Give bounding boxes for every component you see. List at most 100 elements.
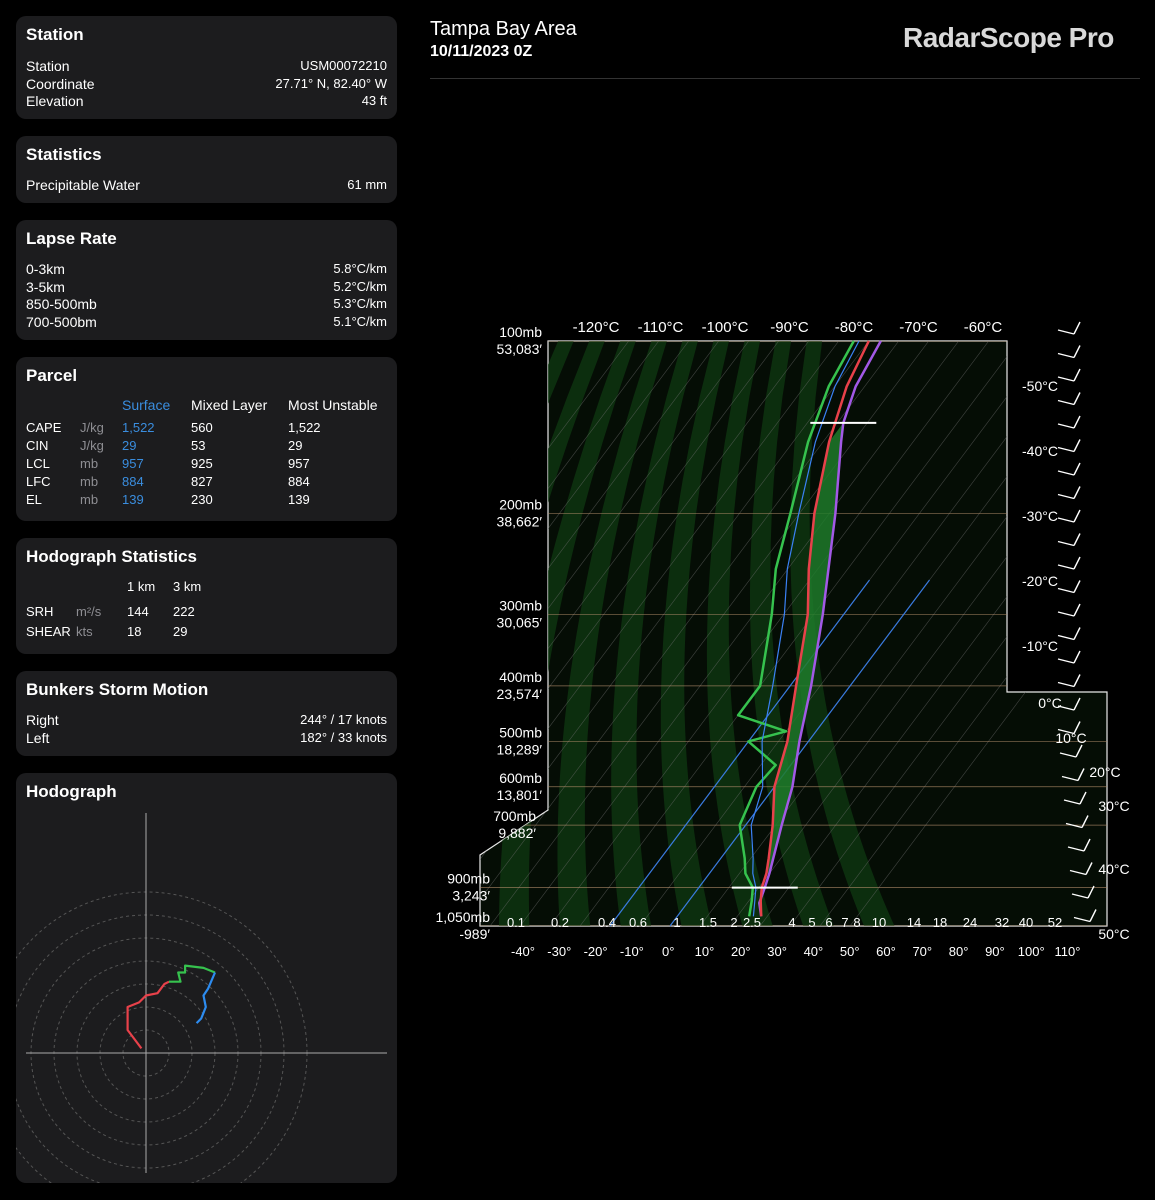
- wind-barb: [1057, 376, 1075, 382]
- height-label: 3,243′: [452, 888, 490, 904]
- wind-barb-flag: [1073, 321, 1081, 335]
- wind-barb: [1057, 423, 1075, 429]
- right-temp-label: -50°C: [1022, 378, 1058, 394]
- pressure-label: 100mb: [499, 324, 542, 340]
- wind-barb-flag: [1073, 603, 1081, 617]
- wind-barb-flag: [1073, 674, 1081, 687]
- height-label: -989′: [459, 926, 490, 942]
- wind-barb: [1057, 540, 1075, 547]
- wind-barb-flag: [1073, 580, 1081, 593]
- right-temp-label: 20°C: [1089, 764, 1120, 780]
- wind-barb-flag: [1073, 345, 1081, 358]
- fahrenheit-label: 90°: [985, 944, 1005, 959]
- right-temp-label: -40°C: [1022, 443, 1058, 459]
- fahrenheit-label: -20°: [584, 944, 608, 959]
- pressure-label: 700mb: [493, 808, 536, 824]
- wind-barb: [1057, 634, 1075, 641]
- fahrenheit-label: 40°: [804, 944, 824, 959]
- wind-barb: [1057, 611, 1075, 617]
- mixing-ratio-label: 0.6: [629, 915, 647, 930]
- fahrenheit-label: -10°: [620, 944, 644, 959]
- mixing-ratio-label: 5: [808, 915, 815, 930]
- right-temp-label: 50°C: [1098, 926, 1129, 942]
- wind-barb: [1057, 658, 1075, 664]
- height-label: 13,801′: [497, 787, 543, 803]
- pressure-label: 400mb: [499, 669, 542, 685]
- right-temp-label: -20°C: [1022, 573, 1058, 589]
- top-temp-label: -120°C: [573, 319, 620, 336]
- dry-adiabat-band: [480, 341, 512, 926]
- pressure-label: 300mb: [499, 597, 542, 613]
- wind-barb: [1057, 352, 1075, 359]
- fahrenheit-label: -40°: [511, 944, 535, 959]
- fahrenheit-label: 80°: [949, 944, 969, 959]
- fahrenheit-label: 30°: [767, 944, 787, 959]
- fahrenheit-label: 100°: [1018, 944, 1045, 959]
- fahrenheit-label: 0°: [662, 944, 674, 959]
- wind-barb: [1057, 470, 1075, 476]
- mixing-ratio-label: 6: [825, 915, 832, 930]
- wind-barb: [1057, 329, 1075, 335]
- mixing-ratio-label: 8: [853, 915, 860, 930]
- mixing-ratio-label: 7: [841, 915, 848, 930]
- wind-barb-flag: [1073, 650, 1081, 664]
- right-temp-label: 40°C: [1098, 861, 1129, 877]
- wind-barb-flag: [1073, 627, 1081, 640]
- mixing-ratio-label: 4: [788, 915, 795, 930]
- top-temp-label: -80°C: [835, 319, 874, 336]
- wind-barb-flag: [1073, 509, 1081, 523]
- fahrenheit-label: 10°: [695, 944, 715, 959]
- mixing-ratio-label: 2.5: [743, 915, 761, 930]
- top-temp-label: -100°C: [702, 319, 749, 336]
- pressure-label: 200mb: [499, 496, 542, 512]
- mixing-ratio-label: 1.5: [699, 915, 717, 930]
- mixing-ratio-label: 2: [730, 915, 737, 930]
- right-temp-label: 0°C: [1038, 695, 1062, 711]
- top-temp-label: -60°C: [964, 319, 1003, 336]
- skew-t-chart: 100mb53,083′ 200mb38,662′ 300mb30,065′ 400m…: [436, 319, 1130, 959]
- mixing-ratio-label: 0.1: [507, 915, 525, 930]
- wind-barb-flag: [1073, 533, 1081, 546]
- fahrenheit-label: 50°: [840, 944, 860, 959]
- mixing-ratio-label: 0.2: [551, 915, 569, 930]
- wind-barb-flag: [1073, 486, 1081, 499]
- mixing-ratio-label: 18: [933, 915, 947, 930]
- wind-barb: [1057, 681, 1075, 688]
- wind-barb-flag: [1073, 368, 1081, 382]
- wind-barb-flag: [1073, 439, 1081, 452]
- wind-barb: [1057, 399, 1075, 406]
- pressure-label: 500mb: [499, 724, 542, 740]
- top-temp-label: -110°C: [638, 319, 684, 336]
- wind-barb-flag: [1073, 462, 1081, 476]
- wind-barb-flag: [1073, 556, 1081, 570]
- wind-barb: [1057, 587, 1075, 594]
- height-label: 38,662′: [497, 513, 543, 529]
- mixing-ratio-label: 40: [1019, 915, 1033, 930]
- top-temp-label: -70°C: [899, 319, 938, 336]
- mixing-ratio-label: 1: [673, 915, 680, 930]
- top-temp-label: -90°C: [770, 319, 809, 336]
- right-temp-label: 30°C: [1098, 798, 1129, 814]
- wind-barb: [1057, 564, 1075, 570]
- mixing-ratio-label: 14: [907, 915, 921, 930]
- mixing-ratio-label: 32: [995, 915, 1009, 930]
- fahrenheit-label: -30°: [547, 944, 571, 959]
- wind-barb-flag: [1073, 415, 1081, 429]
- right-temp-label: -30°C: [1022, 508, 1058, 524]
- height-label: 53,083′: [497, 341, 543, 357]
- height-label: 30,065′: [497, 614, 543, 630]
- mixing-ratio-label: 0.4: [598, 915, 616, 930]
- pressure-label: 600mb: [499, 770, 542, 786]
- fahrenheit-label: 110°: [1055, 944, 1081, 959]
- wind-barb-flag: [1073, 392, 1081, 405]
- pressure-label: 1,050mb: [436, 909, 491, 925]
- mixing-ratio-label: 24: [963, 915, 977, 930]
- wind-barb: [1057, 446, 1075, 453]
- height-label: 9,882′: [498, 825, 536, 841]
- right-temp-label: -10°C: [1022, 638, 1058, 654]
- pressure-label: 900mb: [447, 871, 490, 887]
- wind-barb: [1057, 517, 1075, 523]
- fahrenheit-label: 70°: [912, 944, 932, 959]
- fahrenheit-label: 60°: [876, 944, 896, 959]
- fahrenheit-label: 20°: [731, 944, 751, 959]
